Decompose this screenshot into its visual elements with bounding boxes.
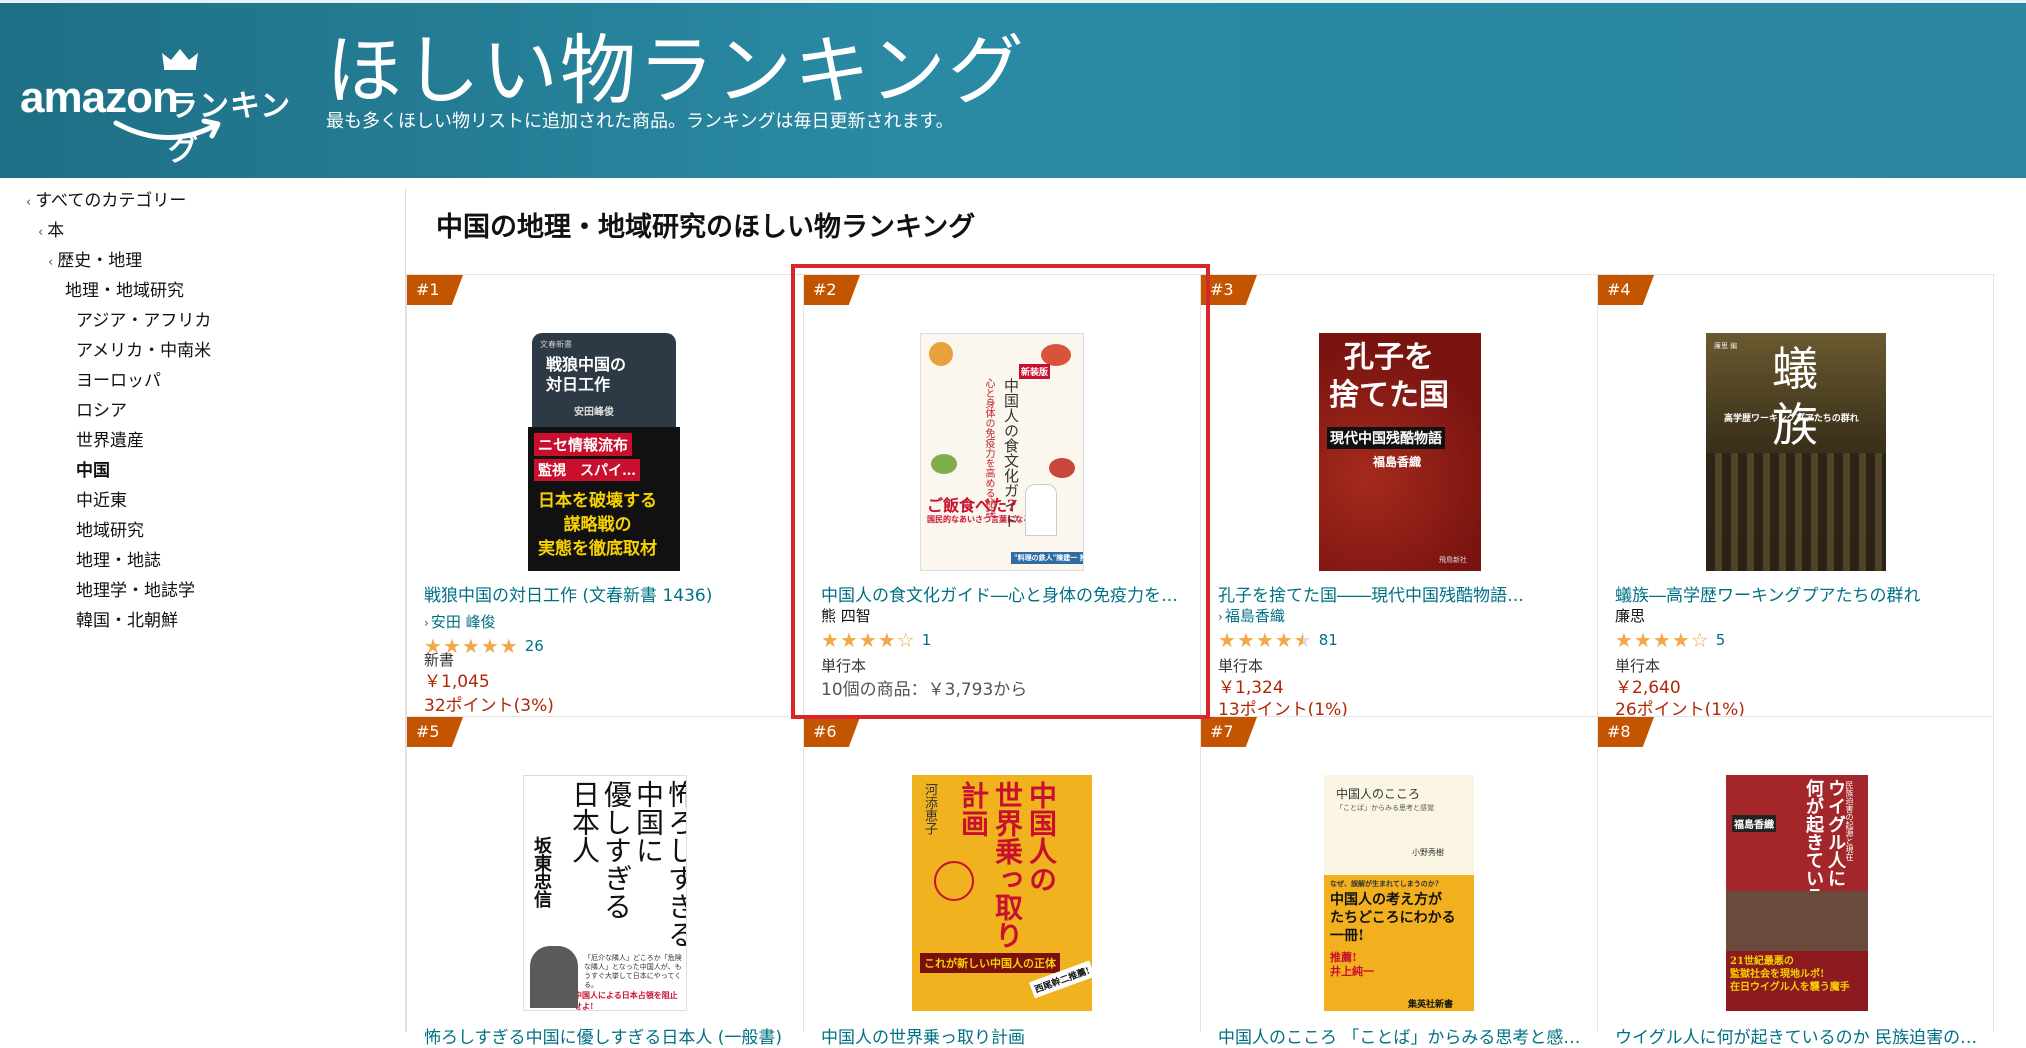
star-icon: ☆ bbox=[1690, 628, 1709, 652]
star-icon: ★ bbox=[1633, 628, 1652, 652]
logo-wordmark: amazon bbox=[20, 73, 179, 122]
product-title-link[interactable]: 怖ろしすぎる中国に優しすぎる日本人 (一般書) bbox=[424, 1023, 794, 1048]
star-icon: ★ bbox=[1218, 628, 1236, 652]
sidebar-item-history-geography[interactable]: ‹ 歴史・地理 bbox=[48, 246, 142, 271]
product-card: #5 怖ろしすぎる 中国に 優しすぎる 日本人 坂東忠信 「厄介な隣人」どころか… bbox=[406, 716, 803, 1048]
sidebar-item-geography-regional[interactable]: 地理・地域研究 bbox=[65, 276, 184, 301]
product-cover-image[interactable]: 中国人のこころ 「ことば」からみる思考と感覚 小野秀樹 なぜ、誤解が生まれてしま… bbox=[1324, 775, 1474, 1011]
rank-badge: #6 bbox=[804, 717, 860, 747]
sidebar-item-americas[interactable]: アメリカ・中南米 bbox=[76, 336, 211, 361]
product-author-link[interactable]: › 福島香織 bbox=[1218, 605, 1285, 626]
product-title-link[interactable]: 蟻族―高学歴ワーキングプアたちの群れ bbox=[1615, 581, 1985, 606]
product-cover-image[interactable]: 蟻 族 高学歴ワーキングプアたちの群れ 廉思 編 bbox=[1706, 333, 1886, 571]
category-sidebar: ‹ すべてのカテゴリー ‹ 本 ‹ 歴史・地理 地理・地域研究 アジア・アフリカ アメ… bbox=[0, 178, 404, 1032]
chevron-left-icon: ‹ bbox=[48, 255, 54, 270]
product-cover-image[interactable]: 孔子を 捨てた国 現代中国残酷物語 福島香織 飛鳥新社 bbox=[1319, 333, 1481, 571]
sidebar-item-geography-studies[interactable]: 地理学・地誌学 bbox=[76, 576, 195, 601]
product-card: #4 蟻 族 高学歴ワーキングプアたちの群れ 廉思 編 蟻族―高学歴ワーキングプ… bbox=[1597, 274, 1994, 720]
sidebar-item-middle-east[interactable]: 中近東 bbox=[76, 486, 127, 511]
product-title-link[interactable]: 中国人の世界乗っ取り計画 bbox=[821, 1023, 1191, 1048]
product-title-link[interactable]: ウイグル人に何が起きているのか 民族迫害の… bbox=[1615, 1023, 1985, 1048]
rank-badge: #3 bbox=[1201, 275, 1257, 305]
sidebar-item-russia[interactable]: ロシア bbox=[76, 396, 127, 421]
rank-badge: #2 bbox=[804, 275, 860, 305]
star-icon: ★ bbox=[1671, 628, 1690, 652]
sidebar-item-world-heritage[interactable]: 世界遺産 bbox=[76, 426, 144, 451]
star-icon: ★ bbox=[1255, 628, 1274, 652]
product-title-link[interactable]: 戦狼中国の対日工作 (文春新書 1436) bbox=[424, 581, 794, 606]
rank-badge: #5 bbox=[407, 717, 463, 747]
star-icon: ★ bbox=[821, 628, 839, 652]
page-title: 中国の地理・地域研究のほしい物ランキング bbox=[436, 212, 976, 243]
chevron-left-icon: ‹ bbox=[26, 195, 32, 210]
sidebar-item-asia-africa[interactable]: アジア・アフリカ bbox=[76, 306, 211, 331]
star-icon: ★ bbox=[499, 634, 518, 658]
sidebar-item-korea[interactable]: 韓国・北朝鮮 bbox=[76, 606, 178, 631]
rank-badge: #1 bbox=[407, 275, 463, 305]
rank-badge: #8 bbox=[1598, 717, 1654, 747]
star-icon: ★ bbox=[839, 628, 858, 652]
product-card: #1 文春新書 戦狼中国の 対日工作 安田峰俊 ニセ情報流布 監視 スパイ… 日… bbox=[406, 274, 803, 716]
rank-badge: #4 bbox=[1598, 275, 1654, 305]
product-card: #3 孔子を 捨てた国 現代中国残酷物語 福島香織 飛鳥新社 孔子を捨てた国――… bbox=[1200, 274, 1597, 720]
product-author-link[interactable]: › 安田 峰俊 bbox=[424, 611, 496, 632]
product-card: #6 中国人の 世界乗っ取り 計画 河添恵子 これが新しい中国人の正体 西尾幹二… bbox=[803, 716, 1200, 1048]
product-points: 32ポイント(3%) bbox=[424, 696, 554, 716]
header-banner: amazon ランキング ほしい物ランキング 最も多くほしい物リストに追加された… bbox=[0, 0, 2026, 178]
product-format: 単行本 bbox=[821, 657, 867, 675]
product-offers[interactable]: 10個の商品：￥3,793から bbox=[821, 675, 1027, 700]
sidebar-item-europe[interactable]: ヨーロッパ bbox=[76, 366, 161, 391]
product-card: #8 ウイグル人に 何が起きているのか 民族迫害の起源と現在 福島香織 21世紀… bbox=[1597, 716, 1994, 1048]
product-cover-image[interactable]: 文春新書 戦狼中国の 対日工作 安田峰俊 ニセ情報流布 監視 スパイ… 日本を破… bbox=[528, 333, 680, 571]
product-price: ￥1,045 bbox=[424, 672, 490, 692]
sidebar-item-china: 中国 bbox=[76, 461, 110, 481]
crown-icon bbox=[162, 49, 198, 70]
chevron-left-icon: ‹ bbox=[38, 225, 44, 240]
star-icon: ★ bbox=[461, 634, 480, 658]
product-title-link[interactable]: 中国人の食文化ガイド―心と身体の免疫力を… bbox=[821, 581, 1191, 606]
star-icon: ★ bbox=[1274, 628, 1293, 652]
product-author: 熊 四智 bbox=[821, 607, 871, 625]
product-title-link[interactable]: 孔子を捨てた国――現代中国残酷物語… bbox=[1218, 581, 1588, 606]
amazon-ranking-logo[interactable]: amazon ランキング bbox=[20, 43, 305, 168]
sidebar-item-regional-studies[interactable]: 地域研究 bbox=[76, 516, 144, 541]
page-banner-subtitle: 最も多くほしい物リストに追加された商品。ランキングは毎日更新されます。 bbox=[326, 111, 954, 132]
star-rating[interactable]: ★ ★ ★ ★ ★ 81 bbox=[1218, 629, 1338, 651]
star-icon: ★ bbox=[1293, 628, 1312, 652]
product-cover-image[interactable]: ウイグル人に 何が起きているのか 民族迫害の起源と現在 福島香織 21世紀最悪の… bbox=[1726, 775, 1868, 1011]
page-banner-title: ほしい物ランキング bbox=[326, 26, 1026, 115]
product-title-link[interactable]: 中国人のこころ 「ことば」からみる思考と感… bbox=[1218, 1023, 1588, 1048]
sidebar-item-geography-topography[interactable]: 地理・地誌 bbox=[76, 546, 161, 571]
product-grid: #1 文春新書 戦狼中国の 対日工作 安田峰俊 ニセ情報流布 監視 スパイ… 日… bbox=[406, 274, 1996, 1048]
review-count[interactable]: 1 bbox=[922, 631, 932, 649]
product-card: #7 中国人のこころ 「ことば」からみる思考と感覚 小野秀樹 なぜ、誤解が生まれ… bbox=[1200, 716, 1597, 1048]
sidebar-item-all-categories[interactable]: ‹ すべてのカテゴリー bbox=[26, 186, 186, 211]
smile-arrow-icon bbox=[113, 118, 221, 140]
star-icon: ★ bbox=[1236, 628, 1255, 652]
star-icon: ★ bbox=[1652, 628, 1671, 652]
star-rating[interactable]: ★ ★ ★ ★ ☆ 1 bbox=[821, 629, 931, 651]
star-icon: ★ bbox=[1615, 628, 1633, 652]
product-cover-image[interactable]: 新装版 中国人の食文化ガイド 心と身体の免疫力を高める秘訣 ご飯食べた? 国民的… bbox=[920, 333, 1084, 571]
review-count[interactable]: 26 bbox=[525, 637, 544, 655]
star-rating[interactable]: ★ ★ ★ ★ ☆ 5 bbox=[1615, 629, 1725, 651]
star-icon: ★ bbox=[858, 628, 877, 652]
review-count[interactable]: 5 bbox=[1716, 631, 1726, 649]
product-card: #2 新装版 中国人の食文化ガイド 心と身体の免疫力を高める秘訣 ご飯食べた? … bbox=[803, 274, 1200, 716]
star-icon: ★ bbox=[877, 628, 896, 652]
product-cover-image[interactable]: 中国人の 世界乗っ取り 計画 河添恵子 これが新しい中国人の正体 西尾幹二推薦! bbox=[912, 775, 1092, 1011]
star-icon: ☆ bbox=[896, 628, 915, 652]
product-author: 廉思 bbox=[1615, 607, 1646, 625]
rank-badge: #7 bbox=[1201, 717, 1257, 747]
review-count[interactable]: 81 bbox=[1319, 631, 1338, 649]
sidebar-item-books[interactable]: ‹ 本 bbox=[38, 216, 64, 241]
product-cover-image[interactable]: 怖ろしすぎる 中国に 優しすぎる 日本人 坂東忠信 「厄介な隣人」どころか「危険… bbox=[523, 775, 687, 1011]
star-icon: ★ bbox=[480, 634, 499, 658]
